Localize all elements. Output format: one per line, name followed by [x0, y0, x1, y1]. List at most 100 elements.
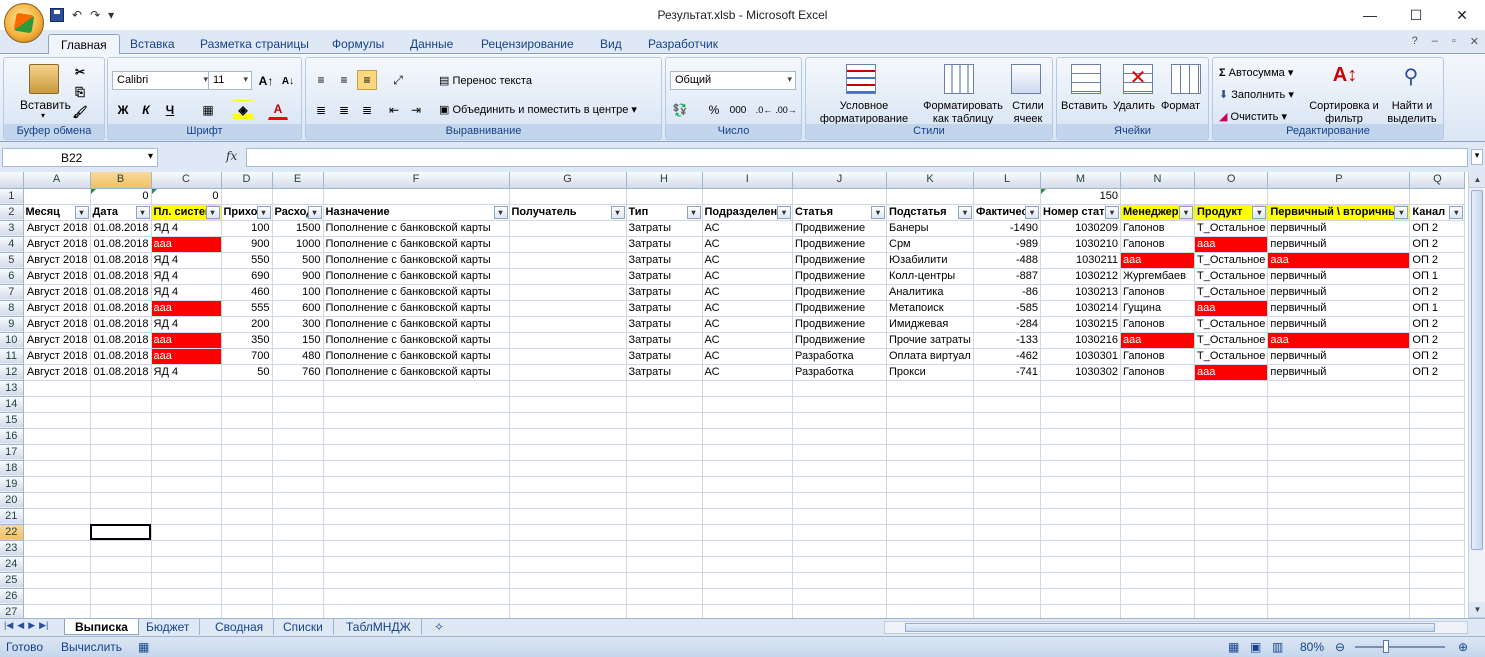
cell[interactable] [1409, 492, 1466, 509]
cell[interactable] [323, 556, 510, 573]
cell[interactable] [221, 540, 273, 557]
column-header[interactable]: N [1120, 172, 1195, 189]
column-header[interactable]: A [23, 172, 91, 189]
cell[interactable]: Пополнение с банковской карты [323, 252, 510, 269]
cell[interactable]: АС [702, 236, 793, 253]
cell[interactable]: Пополнение с банковской карты [323, 364, 510, 381]
cell[interactable] [792, 540, 887, 557]
cell[interactable] [792, 588, 887, 605]
row-header[interactable]: 15 [0, 412, 24, 429]
cell[interactable]: -133 [973, 332, 1041, 349]
cell[interactable] [626, 396, 703, 413]
cell[interactable]: ЯД 4 [151, 284, 222, 301]
cell[interactable] [1120, 188, 1195, 205]
decrease-decimal-icon[interactable]: .00→ [775, 100, 797, 120]
cell[interactable] [1409, 412, 1466, 429]
cell[interactable] [973, 508, 1041, 525]
close-button[interactable]: ✕ [1439, 0, 1485, 30]
cell[interactable]: Пополнение с банковской карты [323, 348, 510, 365]
sheet-tab-spiski[interactable]: Списки [273, 619, 334, 635]
cell[interactable]: 200 [221, 316, 273, 333]
sheet-tab-tablmndzh[interactable]: ТаблМНДЖ [336, 619, 422, 635]
cell[interactable] [221, 188, 273, 205]
delete-cells-icon[interactable]: ✕ [1123, 64, 1153, 94]
cell[interactable] [626, 524, 703, 541]
insert-cells-button[interactable]: Вставить [1061, 100, 1108, 112]
cell[interactable] [1120, 556, 1195, 573]
cell[interactable] [221, 428, 273, 445]
cell[interactable] [973, 460, 1041, 477]
cell[interactable]: Гапонов [1120, 284, 1195, 301]
cell[interactable] [886, 604, 974, 618]
cell[interactable] [509, 444, 627, 461]
tab-page-layout[interactable]: Разметка страницы [188, 34, 321, 54]
cell[interactable]: АС [702, 364, 793, 381]
cell[interactable] [1194, 412, 1269, 429]
format-painter-icon[interactable]: 🖌 [70, 102, 90, 122]
cell[interactable] [1120, 428, 1195, 445]
cell[interactable] [509, 252, 627, 269]
doc-minimize-icon[interactable]: – [1432, 35, 1438, 48]
cell[interactable] [1267, 556, 1411, 573]
row-header[interactable]: 17 [0, 444, 24, 461]
cell[interactable] [1409, 604, 1466, 618]
cell[interactable]: Пополнение с банковской карты [323, 284, 510, 301]
column-filter-header[interactable]: Пл. систем ▾ [151, 204, 222, 221]
cell[interactable] [272, 604, 324, 618]
cell[interactable]: Август 2018 [23, 284, 91, 301]
cell[interactable]: Пополнение с банковской карты [323, 220, 510, 237]
cell[interactable] [151, 476, 222, 493]
cell[interactable] [1267, 444, 1411, 461]
cell[interactable] [1120, 588, 1195, 605]
name-box[interactable]: B22 [2, 148, 158, 167]
cell[interactable]: Август 2018 [23, 348, 91, 365]
zoom-slider[interactable] [1345, 640, 1455, 653]
row-header[interactable]: 6 [0, 268, 24, 285]
format-cells-button[interactable]: Формат [1161, 100, 1200, 112]
cell[interactable] [973, 412, 1041, 429]
cell[interactable] [702, 476, 793, 493]
cell[interactable]: Продвижение [792, 236, 887, 253]
status-calculate[interactable]: Вычислить [61, 640, 122, 654]
cell[interactable] [23, 604, 91, 618]
formula-input[interactable] [246, 148, 1468, 167]
cell[interactable]: 760 [272, 364, 324, 381]
cell[interactable] [1040, 572, 1121, 589]
cell[interactable]: 100 [221, 220, 273, 237]
find-select-button[interactable]: Найти и выделить [1381, 100, 1443, 126]
borders-icon[interactable]: ▦ [198, 100, 218, 120]
cell[interactable]: Затраты [626, 268, 703, 285]
cell[interactable]: Август 2018 [23, 268, 91, 285]
cell[interactable]: Гущина [1120, 300, 1195, 317]
cell[interactable]: 01.08.2018 [90, 348, 152, 365]
cell-styles-icon[interactable] [1011, 64, 1041, 94]
cell[interactable]: Т_Остальное [1194, 268, 1269, 285]
cell[interactable] [1409, 524, 1466, 541]
row-header[interactable]: 8 [0, 300, 24, 317]
cell[interactable]: 0 [151, 188, 222, 205]
column-header[interactable]: D [221, 172, 273, 189]
orientation-icon[interactable]: ⤢ [388, 70, 408, 90]
cell[interactable] [90, 588, 152, 605]
cell[interactable] [1120, 508, 1195, 525]
maximize-button[interactable]: ☐ [1393, 0, 1439, 30]
cell[interactable] [702, 412, 793, 429]
cell[interactable]: ОП 2 [1409, 316, 1466, 333]
cell[interactable] [509, 364, 627, 381]
cell[interactable] [272, 476, 324, 493]
cell[interactable] [323, 572, 510, 589]
cell[interactable]: 550 [221, 252, 273, 269]
column-filter-header[interactable]: Месяц ▾ [23, 204, 91, 221]
cell[interactable] [702, 572, 793, 589]
cell[interactable]: Разработка [792, 348, 887, 365]
cell[interactable]: Гапонов [1120, 348, 1195, 365]
cell[interactable] [1267, 604, 1411, 618]
cell[interactable]: -86 [973, 284, 1041, 301]
zoom-level[interactable]: 80% [1300, 640, 1324, 654]
cell[interactable] [151, 412, 222, 429]
cell[interactable]: Жургембаев [1120, 268, 1195, 285]
cell[interactable]: ОП 2 [1409, 252, 1466, 269]
cell[interactable]: -284 [973, 316, 1041, 333]
cell[interactable]: 01.08.2018 [90, 364, 152, 381]
cell[interactable] [973, 604, 1041, 618]
